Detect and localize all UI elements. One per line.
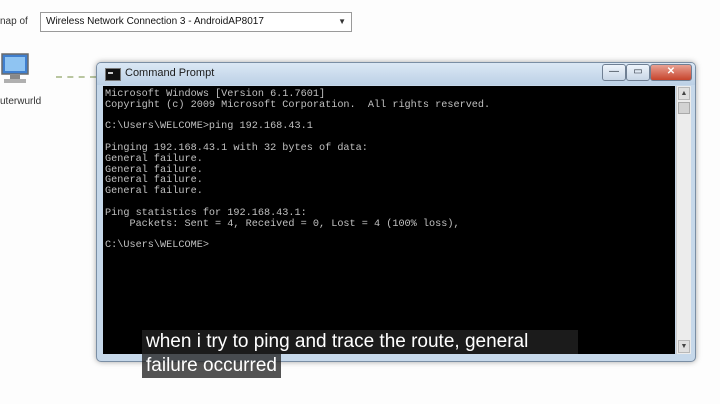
- console-line: C:\Users\WELCOME>: [105, 240, 209, 252]
- console-line: Packets: Sent = 4, Received = 0, Lost = …: [105, 218, 460, 230]
- map-label: nap of: [0, 16, 28, 27]
- cmd-icon: [105, 68, 121, 81]
- window-title: Command Prompt: [125, 67, 215, 79]
- scroll-up-icon[interactable]: ▲: [678, 87, 690, 100]
- connection-line: [56, 76, 96, 78]
- close-button[interactable]: ✕: [650, 64, 692, 81]
- caption-line-1: when i try to ping and trace the route, …: [142, 330, 578, 354]
- chevron-down-icon: ▼: [338, 17, 346, 26]
- network-select-value: Wireless Network Connection 3 - AndroidA…: [46, 16, 264, 27]
- console-line: C:\Users\WELCOME>ping 192.168.43.1: [105, 121, 313, 133]
- computer-icon: [1, 53, 29, 83]
- video-caption: when i try to ping and trace the route, …: [142, 330, 578, 378]
- scroll-thumb[interactable]: [678, 102, 690, 114]
- titlebar[interactable]: Command Prompt — ▭ ✕: [97, 63, 695, 85]
- minimize-button[interactable]: —: [602, 64, 626, 81]
- close-icon: ✕: [666, 66, 676, 77]
- scroll-down-icon[interactable]: ▼: [678, 340, 690, 353]
- minimize-icon: —: [609, 66, 619, 77]
- command-prompt-window[interactable]: Command Prompt — ▭ ✕ Microsoft Windows […: [96, 62, 696, 362]
- console-line: General failure.: [105, 153, 203, 165]
- console-text: Microsoft Windows [Version 6.1.7601] Copy…: [103, 86, 675, 256]
- console-line: Copyright (c) 2009 Microsoft Corporation…: [105, 99, 491, 111]
- console-line: Ping statistics for 192.168.43.1:: [105, 207, 307, 219]
- computer-label: uterwurld: [0, 96, 42, 107]
- maximize-button[interactable]: ▭: [626, 64, 650, 81]
- caption-line-2: failure occurred: [142, 354, 281, 378]
- network-select[interactable]: Wireless Network Connection 3 - AndroidA…: [40, 12, 352, 32]
- maximize-icon: ▭: [633, 66, 643, 77]
- console-line: General failure.: [105, 186, 203, 198]
- console-output[interactable]: Microsoft Windows [Version 6.1.7601] Copy…: [103, 86, 675, 354]
- vertical-scrollbar[interactable]: ▲ ▼: [676, 86, 691, 354]
